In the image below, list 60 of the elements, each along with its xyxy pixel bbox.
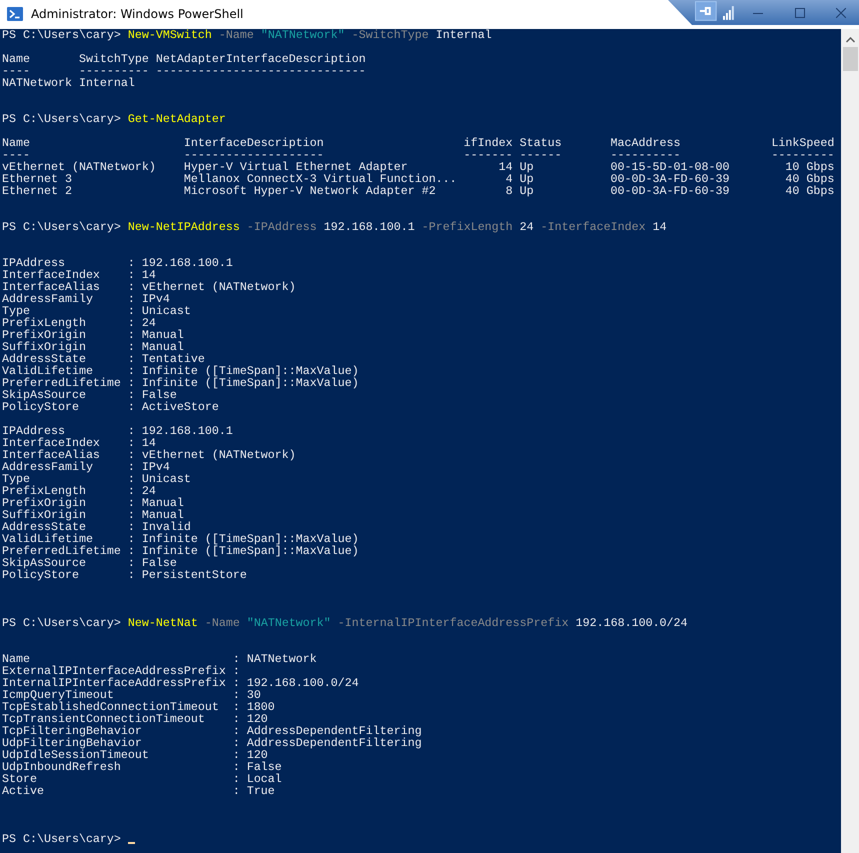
console-line: InterfaceAlias : vEthernet (NATNetwork) (2, 281, 297, 293)
console-line: InterfaceAlias : vEthernet (NATNetwork) (2, 449, 297, 461)
powershell-icon (7, 6, 23, 22)
console-line: AddressState : Tentative (2, 353, 206, 365)
console-line: Ethernet 2 Microsoft Hyper-V Network Adapter #2 8 Up 00-0D-3A-FD-60-39 40 Gbps (2, 185, 836, 197)
console-line: UdpInboundRefresh : False (2, 761, 283, 773)
console-line: Type : Unicast (2, 305, 192, 317)
console-line: vEthernet (NATNetwork) Hyper-V Virtual Ethernet Adapter 14 Up 00-15-5D-01-08-00 10 Gbps (2, 161, 836, 173)
console-line: Name SwitchType NetAdapterInterfaceDescription (2, 53, 367, 65)
console-line: PrefixOrigin : Manual (2, 497, 185, 509)
console-line: TcpTransientConnectionTimeout : 120 (2, 713, 268, 725)
console-line: TcpFilteringBehavior : AddressDependentFiltering (2, 725, 423, 737)
console-line: TcpEstablishedConnectionTimeout : 1800 (2, 701, 276, 713)
command-line: PS C:\Users\cary> New-NetIPAddress -IPAddress 192.168.100.1 -PrefixLength 24 -InterfaceIndex 14 (2, 221, 667, 233)
command-line: PS C:\Users\cary> Get-NetAdapter (2, 113, 226, 125)
maximize-icon[interactable] (794, 8, 805, 18)
console-line: InterfaceIndex : 14 (2, 437, 156, 449)
scrollbar[interactable] (841, 29, 859, 853)
console-line: IPAddress : 192.168.100.1 (2, 257, 234, 269)
console-line: Store : Local (2, 773, 283, 785)
console-line: ---- -------------------- ------- ------ ---------- --------- (2, 149, 836, 161)
console-line: ValidLifetime : Infinite ([TimeSpan]::MaxValue) (2, 365, 360, 377)
console-line: AddressFamily : IPv4 (2, 293, 170, 305)
window-title: Administrator: Windows PowerShell (31, 7, 244, 21)
console-line: ExternalIPInterfaceAddressPrefix : (2, 665, 241, 677)
console-line: IPAddress : 192.168.100.1 (2, 425, 234, 437)
console-line: SkipAsSource : False (2, 389, 177, 401)
console-line: Name InterfaceDescription ifIndex Status MacAddress LinkSpeed (2, 137, 836, 149)
console-line: Name : NATNetwork (2, 653, 318, 665)
signal-icon[interactable] (722, 6, 735, 20)
command-line: PS C:\Users\cary> (2, 833, 122, 845)
console-line: UdpIdleSessionTimeout : 120 (2, 749, 268, 761)
console-line: InternalIPInterfaceAddressPrefix : 192.168.100.0/24 (2, 677, 360, 689)
console-line: ValidLifetime : Infinite ([TimeSpan]::MaxValue) (2, 533, 360, 545)
console-line: NATNetwork Internal (2, 77, 136, 89)
console-line: Active : True (2, 785, 276, 797)
console-line: InterfaceIndex : 14 (2, 269, 156, 281)
console-line: ---- ---------- ------------------------------ (2, 65, 367, 77)
console-line: SuffixOrigin : Manual (2, 509, 184, 521)
console-line: Type : Unicast (2, 473, 192, 485)
scroll-up-icon[interactable] (846, 37, 855, 43)
pin-icon[interactable] (695, 0, 717, 20)
console-line: PreferredLifetime : Infinite ([TimeSpan]::MaxValue) (2, 377, 360, 389)
console-line: PrefixLength : 24 (2, 317, 156, 329)
console-line: SuffixOrigin : Manual (2, 341, 184, 353)
close-icon[interactable] (836, 8, 846, 18)
console-line: PrefixLength : 24 (2, 485, 156, 497)
command-line: PS C:\Users\cary> New-VMSwitch -Name "NATNetwork" -SwitchType Internal (2, 29, 492, 41)
console-line: PreferredLifetime : Infinite ([TimeSpan]::MaxValue) (2, 545, 360, 557)
console-line: PrefixOrigin : Manual (2, 329, 185, 341)
console-line: UdpFilteringBehavior : AddressDependentFiltering (2, 737, 423, 749)
console-line: PolicyStore : PersistentStore (2, 569, 248, 581)
console-line: SkipAsSource : False (2, 557, 177, 569)
scrollbar-thumb[interactable] (843, 47, 858, 71)
console-line: AddressFamily : IPv4 (2, 461, 170, 473)
console-line: PolicyStore : ActiveStore (2, 401, 220, 413)
console-line: AddressState : Invalid (2, 521, 191, 533)
console-line: Ethernet 3 Mellanox ConnectX-3 Virtual Function... 4 Up 00-0D-3A-FD-60-39 40 Gbps (2, 173, 836, 185)
command-line: PS C:\Users\cary> New-NetNat -Name "NATNetwork" -InternalIPInterfaceAddressPrefix 192.168.100.0/24 (2, 617, 688, 629)
console-line: IcmpQueryTimeout : 30 (2, 689, 262, 701)
